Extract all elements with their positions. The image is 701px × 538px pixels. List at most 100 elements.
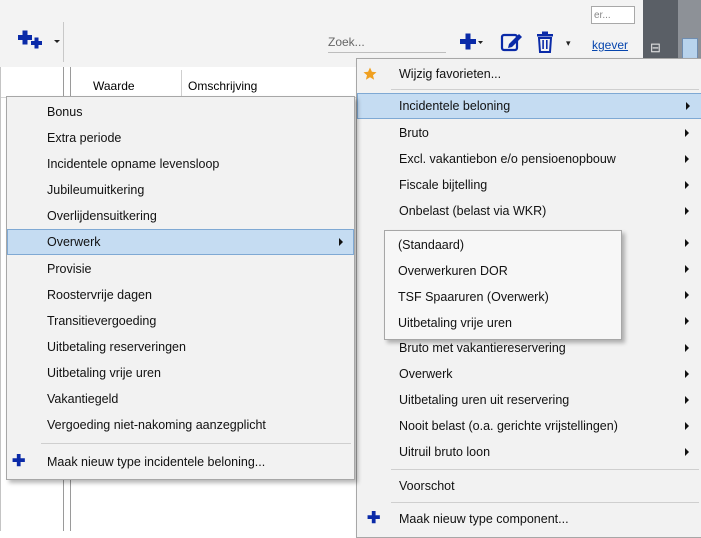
- menu-item-label: Overwerkuren DOR: [398, 264, 508, 278]
- menu-item-onbelast-wkr[interactable]: Onbelast (belast via WKR): [357, 198, 701, 224]
- add-dropdown-button[interactable]: [16, 28, 62, 54]
- menu-item-uitbetaling-uren-uit-reservering[interactable]: Uitbetaling uren uit reservering: [357, 387, 701, 413]
- menu-item-label: Uitbetaling uren uit reservering: [399, 393, 570, 407]
- panel-toggle-icon[interactable]: ⊟: [650, 40, 664, 60]
- menu-item-vakantiegeld[interactable]: Vakantiegeld: [7, 386, 354, 412]
- menu-item-label: Vergoeding niet-nakoming aanzegplicht: [47, 418, 266, 432]
- submenu-arrow-icon: [685, 129, 689, 137]
- menu-item-excl-vakantiebon[interactable]: Excl. vakantiebon e/o pensioenopbouw: [357, 146, 701, 172]
- overwerk-submenu: (Standaard) Overwerkuren DOR TSF Spaarur…: [384, 230, 622, 340]
- submenu-arrow-icon: [685, 155, 689, 163]
- menu-item-label: Uitbetaling vrije uren: [398, 316, 512, 330]
- menu-item-label: Jubileumuitkering: [47, 183, 145, 197]
- menu-separator: [391, 469, 699, 470]
- submenu-arrow-icon: [685, 396, 689, 404]
- menu-item-label: Overlijdensuitkering: [47, 209, 157, 223]
- menu-separator: [391, 89, 699, 90]
- menu-item-overlijdensuitkering[interactable]: Overlijdensuitkering: [7, 203, 354, 229]
- menu-item-incidentele-beloning[interactable]: Incidentele beloning: [357, 93, 701, 119]
- plus-icon: [460, 33, 483, 50]
- menu-item-voorschot[interactable]: Voorschot: [357, 473, 701, 499]
- trash-icon: [537, 31, 553, 53]
- menu-item-label: (Standaard): [398, 238, 465, 252]
- menu-item-label: Maak nieuw type component...: [399, 512, 569, 526]
- menu-item-bruto[interactable]: Bruto: [357, 120, 701, 146]
- menu-item-label: Uitruil bruto loon: [399, 445, 491, 459]
- menu-item-label: Vakantiegeld: [47, 392, 119, 406]
- menu-item-edit-favorites[interactable]: Wijzig favorieten...: [357, 61, 701, 87]
- menu-item-label: Uitbetaling reserveringen: [47, 340, 186, 354]
- menu-item-label: Wijzig favorieten...: [399, 67, 502, 81]
- menu-item-roostervrije-dagen[interactable]: Roostervrije dagen: [7, 282, 354, 308]
- menu-item-provisie[interactable]: Provisie: [7, 256, 354, 282]
- toolbar-separator: [63, 22, 64, 62]
- submenu-arrow-icon: [685, 181, 689, 189]
- delete-button[interactable]: [534, 30, 556, 54]
- delete-dropdown-arrow[interactable]: ▾: [566, 38, 571, 49]
- submenu-item-uitbetaling-vrije-uren[interactable]: Uitbetaling vrije uren: [385, 310, 621, 336]
- grid-border: [0, 67, 1, 531]
- submenu-item-standaard[interactable]: (Standaard): [385, 232, 621, 258]
- column-header-omschrijving[interactable]: Omschrijving: [188, 79, 257, 93]
- menu-item-overwerk[interactable]: Overwerk: [357, 361, 701, 387]
- star-icon: [363, 67, 377, 80]
- top-input-field[interactable]: er...: [591, 6, 635, 24]
- menu-item-label: Transitievergoeding: [47, 314, 157, 328]
- submenu-arrow-icon: [685, 344, 689, 352]
- menu-item-fiscale-bijtelling[interactable]: Fiscale bijtelling: [357, 172, 701, 198]
- menu-item-label: Uitbetaling vrije uren: [47, 366, 161, 380]
- menu-item-bonus[interactable]: Bonus: [7, 99, 354, 125]
- column-divider: [181, 70, 182, 98]
- submenu-item-overwerkuren-dor[interactable]: Overwerkuren DOR: [385, 258, 621, 284]
- submenu-arrow-icon: [685, 370, 689, 378]
- menu-item-label: Incidentele beloning: [399, 99, 511, 113]
- menu-item-incidentele-opname-levensloop[interactable]: Incidentele opname levensloop: [7, 151, 354, 177]
- menu-item-vergoeding-niet-nakoming[interactable]: Vergoeding niet-nakoming aanzegplicht: [7, 412, 354, 438]
- menu-item-uitruil-bruto-loon[interactable]: Uitruil bruto loon: [357, 439, 701, 465]
- menu-item-label: Onbelast (belast via WKR): [399, 204, 547, 218]
- menu-item-jubileumuitkering[interactable]: Jubileumuitkering: [7, 177, 354, 203]
- submenu-arrow-icon: [685, 422, 689, 430]
- menu-item-nooit-belast[interactable]: Nooit belast (o.a. gerichte vrijstelling…: [357, 413, 701, 439]
- menu-item-uitbetaling-vrije-uren[interactable]: Uitbetaling vrije uren: [7, 360, 354, 386]
- menu-item-label: Extra periode: [47, 131, 122, 145]
- grid-header: [0, 67, 360, 98]
- submenu-arrow-icon: [686, 102, 690, 110]
- menu-item-label: Voorschot: [399, 479, 455, 493]
- submenu-arrow-icon: [685, 239, 689, 247]
- menu-item-label: Incidentele opname levensloop: [47, 157, 220, 171]
- edit-icon: [500, 33, 522, 52]
- menu-item-overwerk[interactable]: Overwerk: [7, 229, 354, 255]
- submenu-arrow-icon: [685, 291, 689, 299]
- menu-item-label: Overwerk: [47, 235, 101, 249]
- plus-icon: ✚: [367, 510, 381, 527]
- menu-item-label: Provisie: [47, 262, 92, 276]
- menu-separator: [41, 443, 351, 444]
- menu-item-new-component-type[interactable]: ✚ Maak nieuw type component...: [357, 506, 701, 532]
- menu-item-label: Fiscale bijtelling: [399, 178, 488, 192]
- menu-item-label: Excl. vakantiebon e/o pensioenopbouw: [399, 152, 616, 166]
- submenu-item-tsf-spaaruren[interactable]: TSF Spaaruren (Overwerk): [385, 284, 621, 310]
- werkgever-link[interactable]: kgever: [592, 38, 628, 52]
- add-button[interactable]: [458, 29, 484, 55]
- menu-item-new-incidentele-beloning-type[interactable]: ✚ Maak nieuw type incidentele beloning..…: [7, 449, 354, 475]
- menu-item-label: TSF Spaaruren (Overwerk): [398, 290, 549, 304]
- edit-button[interactable]: [500, 30, 524, 54]
- menu-separator: [391, 502, 699, 503]
- menu-item-extra-periode[interactable]: Extra periode: [7, 125, 354, 151]
- column-header-waarde[interactable]: Waarde: [93, 79, 135, 93]
- plus-icon: ✚: [12, 453, 26, 470]
- menu-item-uitbetaling-reserveringen[interactable]: Uitbetaling reserveringen: [7, 334, 354, 360]
- submenu-arrow-icon: [685, 317, 689, 325]
- panel-tab-icon[interactable]: [682, 38, 698, 60]
- menu-item-label: Overwerk: [399, 367, 453, 381]
- submenu-arrow-icon: [685, 265, 689, 273]
- menu-item-label: Maak nieuw type incidentele beloning...: [47, 455, 266, 469]
- submenu-arrow-icon: [339, 238, 343, 246]
- search-input[interactable]: Zoek...: [328, 33, 446, 53]
- incidentele-beloning-menu: Bonus Extra periode Incidentele opname l…: [6, 96, 355, 480]
- submenu-arrow-icon: [685, 448, 689, 456]
- menu-item-transitievergoeding[interactable]: Transitievergoeding: [7, 308, 354, 334]
- add-multiple-icon: [18, 30, 60, 49]
- menu-item-label: Bruto: [399, 126, 429, 140]
